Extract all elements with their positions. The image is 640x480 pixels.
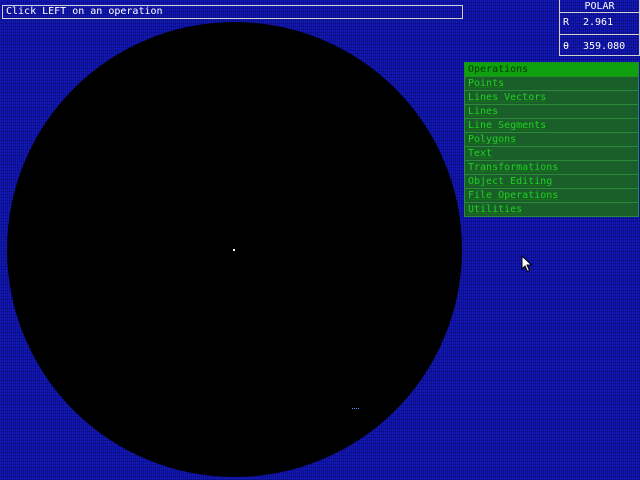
menu-item-line-segments[interactable]: Line Segments xyxy=(464,119,639,133)
polar-theta-label: θ xyxy=(563,41,570,52)
polar-theta-value: 359.080 xyxy=(583,41,626,52)
status-prompt: Click LEFT on an operation xyxy=(2,5,463,19)
drawing-canvas[interactable] xyxy=(7,22,462,477)
plotted-point-marker xyxy=(352,408,359,410)
menu-item-polygons[interactable]: Polygons xyxy=(464,133,639,147)
polar-theta-row: θ 359.080 xyxy=(563,40,625,54)
menu-item-points[interactable]: Points xyxy=(464,77,639,91)
polar-r-label: R xyxy=(563,17,570,28)
polar-divider xyxy=(560,34,639,35)
polar-title: POLAR xyxy=(560,0,639,13)
menu-item-transformations[interactable]: Transformations xyxy=(464,161,639,175)
menu-item-file-operations[interactable]: File Operations xyxy=(464,189,639,203)
polar-r-row: R 2.961 xyxy=(563,16,613,30)
menu-header[interactable]: Operations xyxy=(464,62,639,77)
menu-item-utilities[interactable]: Utilities xyxy=(464,203,639,217)
menu-item-text[interactable]: Text xyxy=(464,147,639,161)
origin-point xyxy=(233,249,235,251)
polar-r-value: 2.961 xyxy=(583,17,614,28)
arrow-cursor-icon xyxy=(521,254,535,273)
operations-menu: Operations Points Lines Vectors Lines Li… xyxy=(464,62,639,217)
status-prompt-text: Click LEFT on an operation xyxy=(6,6,163,17)
menu-item-object-editing[interactable]: Object Editing xyxy=(464,175,639,189)
menu-item-lines-vectors[interactable]: Lines Vectors xyxy=(464,91,639,105)
polar-readout: POLAR R 2.961 θ 359.080 xyxy=(559,0,640,56)
menu-item-lines[interactable]: Lines xyxy=(464,105,639,119)
